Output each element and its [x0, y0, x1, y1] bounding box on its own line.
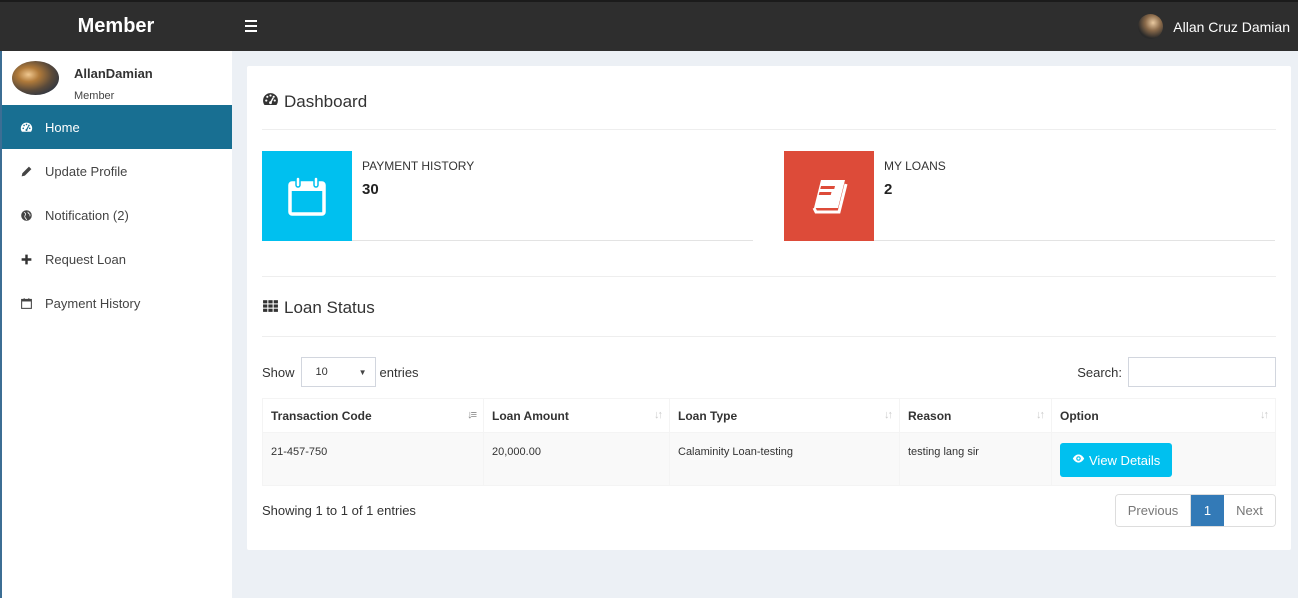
loan-status-title: Loan Status [284, 298, 375, 317]
sort-asc-icon: ↓≡ [467, 409, 477, 421]
entries-select-value: 10 [315, 366, 328, 378]
sidebar-item-notification[interactable]: Notification (2) [2, 193, 232, 237]
book-icon [784, 151, 874, 241]
avatar [12, 61, 59, 95]
column-header-loan-type[interactable]: Loan Type ↓↑ [669, 398, 900, 433]
view-details-label: View Details [1089, 452, 1161, 468]
content-panel: Dashboard PAYMENT HISTORY 30 MY LOANS 2 … [247, 66, 1291, 550]
info-box-my-loans[interactable]: MY LOANS 2 [784, 151, 1275, 241]
info-box-number: 30 [362, 181, 379, 198]
user-panel: AllanDamian Member [2, 51, 232, 105]
pagination: Previous 1 Next [1115, 494, 1276, 527]
info-box-label: MY LOANS [884, 159, 946, 173]
entries-select[interactable]: 10 ▼ [300, 357, 376, 387]
chevron-down-icon: ▼ [358, 367, 367, 377]
table-info: Showing 1 to 1 of 1 entries [262, 503, 416, 518]
column-header-reason[interactable]: Reason ↓↑ [899, 398, 1052, 433]
dashboard-title: Dashboard [284, 92, 368, 111]
cell-option: View Details [1051, 432, 1276, 486]
avatar [1138, 14, 1164, 39]
pencil-icon [20, 165, 45, 178]
user-panel-name: AllanDamian [74, 66, 153, 81]
sidebar-item-label: Request Loan [45, 251, 126, 267]
column-header-transaction-code[interactable]: Transaction Code ↓≡ [262, 398, 484, 433]
calendar-icon [262, 151, 352, 241]
divider [262, 129, 1276, 130]
plus-icon [20, 253, 45, 266]
dashboard-icon [20, 121, 45, 134]
entries-length-control: Show 10 ▼ entries [262, 357, 419, 387]
table-header-row: Transaction Code ↓≡ Loan Amount ↓↑ Loan Ty… [262, 398, 1276, 433]
sidebar-item-update-profile[interactable]: Update Profile [2, 149, 232, 193]
dashboard-icon [262, 91, 279, 113]
eye-icon [1072, 452, 1085, 468]
show-label: Show [262, 364, 295, 380]
sidebar-item-payment-history[interactable]: Payment History [2, 281, 232, 325]
cell-loan-amount: 20,000.00 [483, 432, 670, 486]
globe-icon [20, 209, 45, 222]
sidebar-item-label: Notification (2) [45, 207, 129, 223]
divider [262, 276, 1276, 277]
loan-status-heading: Loan Status [262, 297, 375, 319]
sidebar-item-label: Payment History [45, 295, 141, 311]
top-navbar: Member Allan Cruz Damian [0, 0, 1298, 51]
sort-icon: ↓↑ [654, 409, 663, 421]
dashboard-heading: Dashboard [262, 91, 367, 113]
sidebar-item-label: Home [45, 119, 80, 135]
entries-label: entries [379, 364, 419, 380]
previous-page-button[interactable]: Previous [1116, 495, 1191, 526]
divider [262, 336, 1276, 337]
user-menu[interactable]: Allan Cruz Damian [1138, 2, 1290, 51]
sort-icon: ↓↑ [1036, 409, 1045, 421]
sidebar-item-request-loan[interactable]: Request Loan [2, 237, 232, 281]
sort-icon: ↓↑ [1260, 409, 1269, 421]
cell-loan-type: Calaminity Loan-testing [669, 432, 900, 486]
table-search: Search: [1077, 357, 1276, 387]
brand-logo[interactable]: Member [0, 2, 232, 51]
grid-icon [262, 297, 279, 319]
cell-reason: testing lang sir [899, 432, 1052, 486]
table-row: 21-457-750 20,000.00 Calaminity Loan-tes… [262, 432, 1276, 486]
user-panel-role: Member [74, 90, 115, 102]
sidebar-toggle-icon[interactable] [245, 16, 261, 36]
next-page-button[interactable]: Next [1224, 495, 1275, 526]
column-header-loan-amount[interactable]: Loan Amount ↓↑ [483, 398, 670, 433]
loan-status-table: Transaction Code ↓≡ Loan Amount ↓↑ Loan Ty… [262, 398, 1276, 486]
page-1-button[interactable]: 1 [1191, 495, 1224, 526]
info-box-payment-history[interactable]: PAYMENT HISTORY 30 [262, 151, 753, 241]
cell-transaction-code: 21-457-750 [262, 432, 484, 486]
info-box-label: PAYMENT HISTORY [362, 159, 475, 173]
sidebar-item-home[interactable]: Home [2, 105, 232, 149]
sidebar: AllanDamian Member Home Update Profile N… [0, 51, 232, 598]
sidebar-item-label: Update Profile [45, 163, 128, 179]
sort-icon: ↓↑ [884, 409, 893, 421]
column-header-option[interactable]: Option ↓↑ [1051, 398, 1276, 433]
calendar-icon [20, 297, 45, 310]
search-label: Search: [1077, 364, 1122, 380]
view-details-button[interactable]: View Details [1060, 443, 1173, 477]
user-menu-name: Allan Cruz Damian [1173, 18, 1290, 35]
info-box-number: 2 [884, 181, 893, 198]
search-input[interactable] [1128, 357, 1276, 387]
